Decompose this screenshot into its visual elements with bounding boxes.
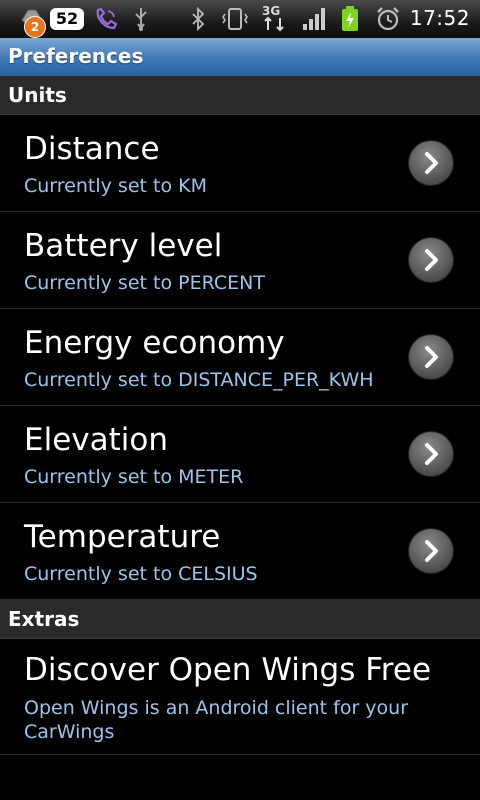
battery-charging-icon [340, 6, 360, 32]
preference-title: Energy economy [24, 325, 285, 361]
preference-summary: Currently set to DISTANCE_PER_KWH [24, 369, 374, 391]
usb-icon [130, 6, 152, 32]
vibrate-icon [218, 6, 252, 32]
signal-strength-icon [302, 6, 326, 32]
preference-summary: Currently set to KM [24, 175, 207, 197]
chevron-right-icon[interactable] [409, 529, 453, 573]
title-bar: Preferences [0, 38, 480, 77]
chevron-right-icon[interactable] [409, 141, 453, 185]
chevron-right-icon[interactable] [409, 335, 453, 379]
preference-title: Battery level [24, 228, 223, 264]
preference-item-elevation[interactable]: Elevation Currently set to METER [0, 406, 480, 503]
section-header-units: Units [0, 76, 480, 115]
chevron-right-icon[interactable] [409, 432, 453, 476]
section-label: Units [8, 83, 67, 107]
bluetooth-icon [188, 6, 208, 32]
alarm-clock-icon [374, 6, 402, 32]
preference-summary: Currently set to METER [24, 466, 244, 488]
section-header-extras: Extras [0, 600, 480, 639]
preference-summary: Currently set to PERCENT [24, 272, 265, 294]
preference-item-discover-open-wings-free[interactable]: Discover Open Wings Free Open Wings is a… [0, 638, 480, 755]
section-label: Extras [8, 607, 80, 631]
preference-title: Distance [24, 131, 160, 167]
preference-item-temperature[interactable]: Temperature Currently set to CELSIUS [0, 503, 480, 600]
preference-title: Temperature [24, 519, 221, 555]
message-count-bubble: 52 [50, 8, 84, 30]
clock-time: 17:52 [409, 6, 470, 30]
viber-icon [92, 6, 120, 32]
status-bar: 2 52 3G 17:52 [0, 0, 480, 39]
preference-item-distance[interactable]: Distance Currently set to KM [0, 115, 480, 212]
preference-summary: Open Wings is an Android client for your… [24, 697, 409, 743]
preference-summary: Currently set to CELSIUS [24, 563, 258, 585]
preference-item-energy-economy[interactable]: Energy economy Currently set to DISTANCE… [0, 309, 480, 406]
mobile-data-3g-icon: 3G [260, 4, 290, 32]
chevron-right-icon[interactable] [409, 238, 453, 282]
notification-count-badge: 2 [24, 16, 46, 38]
preference-title: Elevation [24, 422, 168, 458]
preference-item-battery-level[interactable]: Battery level Currently set to PERCENT [0, 212, 480, 309]
preference-title: Discover Open Wings Free [24, 652, 432, 688]
page-title: Preferences [8, 44, 144, 68]
